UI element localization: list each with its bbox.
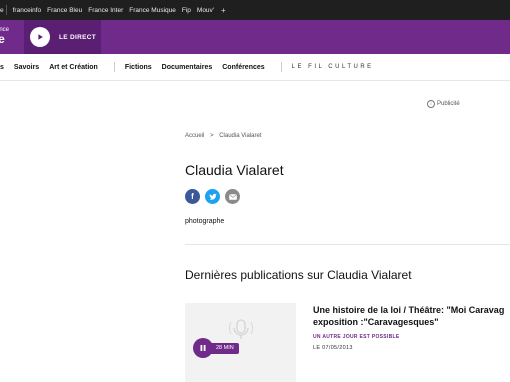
divider [280, 62, 282, 72]
ad-label-text: Publicité [437, 101, 460, 107]
live-label: LE DIRECT [59, 33, 97, 41]
facebook-icon[interactable]: f [185, 189, 200, 204]
episode-thumbnail[interactable]: 28 MIN [185, 303, 296, 382]
network-link-fip[interactable]: Fip [182, 7, 191, 14]
nav-item-art-creation[interactable]: Art et Création [49, 64, 98, 71]
pause-icon [193, 338, 213, 358]
network-link-franceinfo[interactable]: franceinfo [13, 7, 42, 14]
breadcrumb-separator: > [210, 133, 214, 139]
network-link-france-bleu[interactable]: France Bleu [47, 7, 82, 14]
live-button[interactable]: LE DIRECT [24, 20, 101, 54]
episode-show-name[interactable]: UN AUTRE JOUR EST POSSIBLE [313, 334, 400, 340]
logo-main-text: re [0, 32, 5, 46]
page-title: Claudia Vialaret [185, 162, 284, 178]
episode-date: LE 07/05/2013 [313, 345, 353, 351]
network-link-partial[interactable]: e [0, 7, 4, 14]
divider [5, 5, 7, 15]
nav-item-conferences[interactable]: Conférences [222, 64, 264, 71]
share-buttons: f [185, 189, 245, 204]
nav-item-fictions[interactable]: Fictions [125, 64, 152, 71]
nav-item-fil-culture[interactable]: LE FIL CULTURE [292, 64, 374, 70]
breadcrumb: Accueil > Claudia Vialaret [185, 133, 265, 139]
nav-item-documentaires[interactable]: Documentaires [162, 64, 213, 71]
network-bar: e franceinfo France Bleu France Inter Fr… [0, 0, 510, 20]
site-logo[interactable]: ance re [0, 20, 22, 54]
nav-item-savoirs[interactable]: Savoirs [14, 64, 39, 71]
email-icon[interactable] [225, 189, 240, 204]
play-pause-button[interactable]: 28 MIN [193, 338, 239, 358]
episode-title-line-1: Une histoire de la loi / Théâtre: "Moi C… [313, 305, 505, 315]
network-link-france-inter[interactable]: France Inter [88, 7, 123, 14]
breadcrumb-home[interactable]: Accueil [185, 133, 204, 139]
publications-heading: Dernières publications sur Claudia Viala… [185, 268, 412, 282]
twitter-icon[interactable] [205, 189, 220, 204]
network-link-france-musique[interactable]: France Musique [129, 7, 176, 14]
brand-bar: ance re LE DIRECT [0, 20, 510, 54]
episode-title-line-2: exposition :"Caravagesques" [313, 317, 439, 327]
info-icon: i [427, 100, 435, 108]
divider [113, 62, 115, 72]
main-nav: s Savoirs Art et Création Fictions Docum… [0, 54, 510, 81]
more-networks-button[interactable]: + [221, 6, 226, 15]
nav-item-partial[interactable]: s [0, 64, 4, 71]
divider [185, 244, 510, 245]
play-icon [30, 27, 50, 47]
breadcrumb-current: Claudia Vialaret [219, 133, 262, 139]
network-link-mouv[interactable]: Mouv' [197, 7, 214, 14]
ad-label: i Publicité [427, 100, 460, 108]
profile-description: photographe [185, 218, 225, 225]
episode-title[interactable]: Une histoire de la loi / Théâtre: "Moi C… [313, 304, 510, 328]
